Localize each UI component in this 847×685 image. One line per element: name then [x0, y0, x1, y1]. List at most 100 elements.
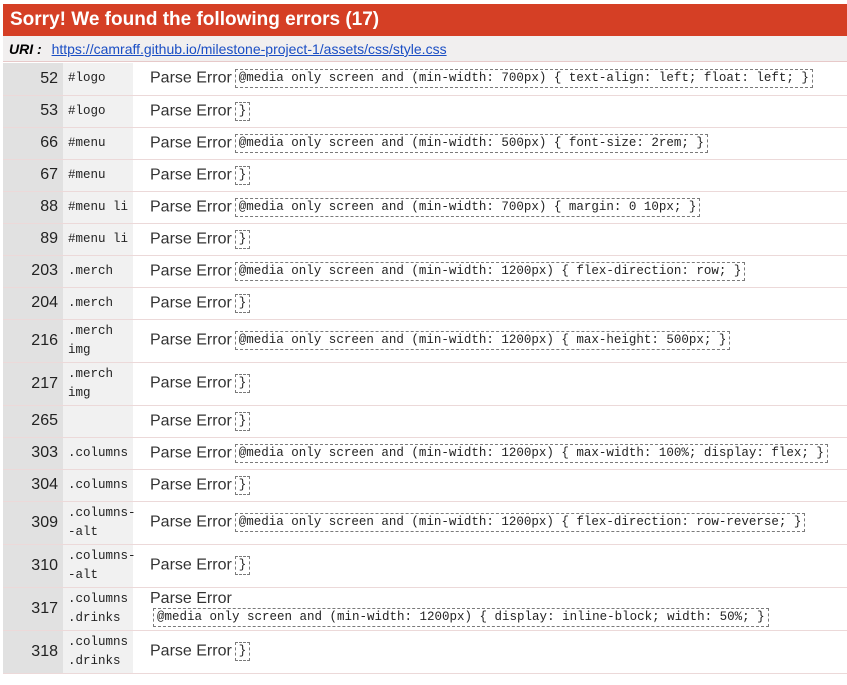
error-message-cell: Parse Error}: [133, 544, 847, 588]
error-code-snippet: @media only screen and (min-width: 1200p…: [234, 261, 746, 281]
selector-context: .columns- -alt: [63, 501, 136, 545]
selector-context: .merch img: [63, 319, 133, 363]
error-code-snippet: @media only screen and (min-width: 1200p…: [234, 331, 731, 350]
line-number: 310: [3, 544, 63, 588]
line-number: 89: [3, 223, 63, 256]
error-code-snippet: }: [234, 475, 251, 495]
error-row: 53 #logo Parse Error}: [3, 95, 847, 128]
line-number: 66: [3, 127, 63, 160]
selector-context: .columns: [63, 469, 133, 502]
selector-context: .columns: [63, 437, 133, 470]
uri-label: URI :: [9, 41, 42, 57]
error-message-cell: Parse Error@media only screen and (min-w…: [133, 191, 847, 224]
parse-error-label: Parse Error: [150, 331, 232, 349]
parse-error-label: Parse Error: [150, 230, 232, 248]
parse-error-label: Parse Error: [150, 590, 232, 607]
error-message-cell: Parse Error@media only screen and (min-w…: [133, 127, 847, 160]
error-code-snippet: }: [234, 101, 251, 121]
parse-error-label: Parse Error: [150, 642, 232, 660]
error-message-cell: Parse Error}: [133, 287, 847, 320]
error-code-snippet: }: [234, 642, 251, 661]
line-number: 317: [3, 587, 63, 631]
error-row: 204 .merch Parse Error}: [3, 287, 847, 320]
selector-context: #menu li: [63, 191, 133, 224]
error-code-snippet: @media only screen and (min-width: 700px…: [234, 69, 813, 89]
parse-error-label: Parse Error: [150, 476, 232, 494]
error-code-snippet: }: [234, 556, 251, 575]
error-code-snippet: @media only screen and (min-width: 1200p…: [234, 443, 828, 463]
error-row: 303 .columns Parse Error @media only screen…: [3, 437, 847, 470]
selector-context: .columns- -alt: [63, 544, 136, 588]
error-message-cell: Parse Error@media only screen and (min-w…: [133, 63, 847, 96]
selector-context: #menu: [63, 127, 133, 160]
error-code-snippet: @media only screen and (min-width: 500px…: [234, 133, 708, 153]
error-code-snippet: }: [234, 293, 251, 313]
error-row: 217 .merch img Parse Error}: [3, 362, 847, 406]
parse-error-label: Parse Error: [150, 556, 232, 574]
error-message-cell: Parse Error}: [133, 362, 847, 406]
line-number: 318: [3, 630, 63, 674]
error-row: 89 #menu li Parse Error}: [3, 223, 847, 256]
parse-error-label: Parse Error: [150, 166, 232, 184]
line-number: 88: [3, 191, 63, 224]
selector-context: .columns .drinks: [63, 587, 133, 631]
error-code-snippet: @media only screen and (min-width: 1200p…: [153, 608, 769, 627]
error-row: 304 .columns Parse Error}: [3, 469, 847, 502]
line-number: 217: [3, 362, 63, 406]
error-row: 52 #logo Parse Error @media only screen and…: [3, 63, 847, 96]
error-row: 66 #menu Parse Error @media only screen and…: [3, 127, 847, 160]
parse-error-label: Parse Error: [150, 69, 232, 87]
parse-error-label: Parse Error: [150, 294, 232, 312]
parse-error-label: Parse Error: [150, 444, 232, 462]
selector-context: #logo: [63, 95, 133, 128]
line-number: 52: [3, 63, 63, 96]
error-message-cell: Parse Error@media only screen and (min-w…: [133, 319, 847, 363]
error-row: 216 .merch img Parse Error @media only scre…: [3, 319, 847, 363]
parse-error-label: Parse Error: [150, 102, 232, 120]
line-number: 265: [3, 405, 63, 438]
error-code-snippet: }: [234, 165, 251, 185]
errors-table: 52 #logo Parse Error @media only screen and…: [3, 63, 847, 674]
error-code-snippet: }: [234, 374, 251, 393]
error-row: 203 .merch Parse Error @media only screen a…: [3, 255, 847, 288]
error-row: 317 .columns .drinks Parse Error@media onl…: [3, 587, 847, 631]
error-message-cell: Parse Error}: [133, 405, 847, 438]
line-number: 203: [3, 255, 63, 288]
line-number: 309: [3, 501, 63, 545]
error-summary-title: Sorry! We found the following errors (17…: [3, 4, 847, 36]
line-number: 304: [3, 469, 63, 502]
line-number: 204: [3, 287, 63, 320]
selector-context: #menu: [63, 159, 133, 192]
line-number: 67: [3, 159, 63, 192]
parse-error-label: Parse Error: [150, 262, 232, 280]
line-number: 216: [3, 319, 63, 363]
error-message-cell: Parse Error}: [133, 630, 847, 674]
error-message-cell: Parse Error@media only screen and (min-w…: [133, 587, 847, 631]
error-row: 318 .columns .drinks Parse Error}: [3, 630, 847, 674]
parse-error-label: Parse Error: [150, 374, 232, 392]
parse-error-label: Parse Error: [150, 134, 232, 152]
error-message-cell: Parse Error@media only screen and (min-w…: [133, 501, 847, 545]
selector-context: .merch: [63, 287, 133, 320]
error-code-snippet: @media only screen and (min-width: 1200p…: [234, 513, 806, 532]
parse-error-label: Parse Error: [150, 513, 232, 531]
parse-error-label: Parse Error: [150, 198, 232, 216]
selector-context: .merch img: [63, 362, 133, 406]
selector-context: [63, 405, 133, 438]
error-code-snippet: @media only screen and (min-width: 700px…: [234, 197, 701, 217]
parse-error-label: Parse Error: [150, 412, 232, 430]
error-message-cell: Parse Error@media only screen and (min-w…: [133, 255, 847, 288]
line-number: 303: [3, 437, 63, 470]
error-message-cell: Parse Error}: [133, 223, 847, 256]
error-message-cell: Parse Error}: [133, 159, 847, 192]
error-message-cell: Parse Error@media only screen and (min-w…: [133, 437, 847, 470]
selector-context: #logo: [63, 63, 133, 96]
error-row: 309 .columns- -alt Parse Error @media only …: [3, 501, 847, 545]
error-code-snippet: }: [234, 229, 251, 249]
selector-context: #menu li: [63, 223, 133, 256]
error-row: 310 .columns- -alt Parse Error}: [3, 544, 847, 588]
uri-link[interactable]: https://camraff.github.io/milestone-proj…: [52, 41, 447, 57]
selector-context: .merch: [63, 255, 133, 288]
error-row: 88 #menu li Parse Error @media only screen …: [3, 191, 847, 224]
error-message-cell: Parse Error}: [133, 95, 847, 128]
